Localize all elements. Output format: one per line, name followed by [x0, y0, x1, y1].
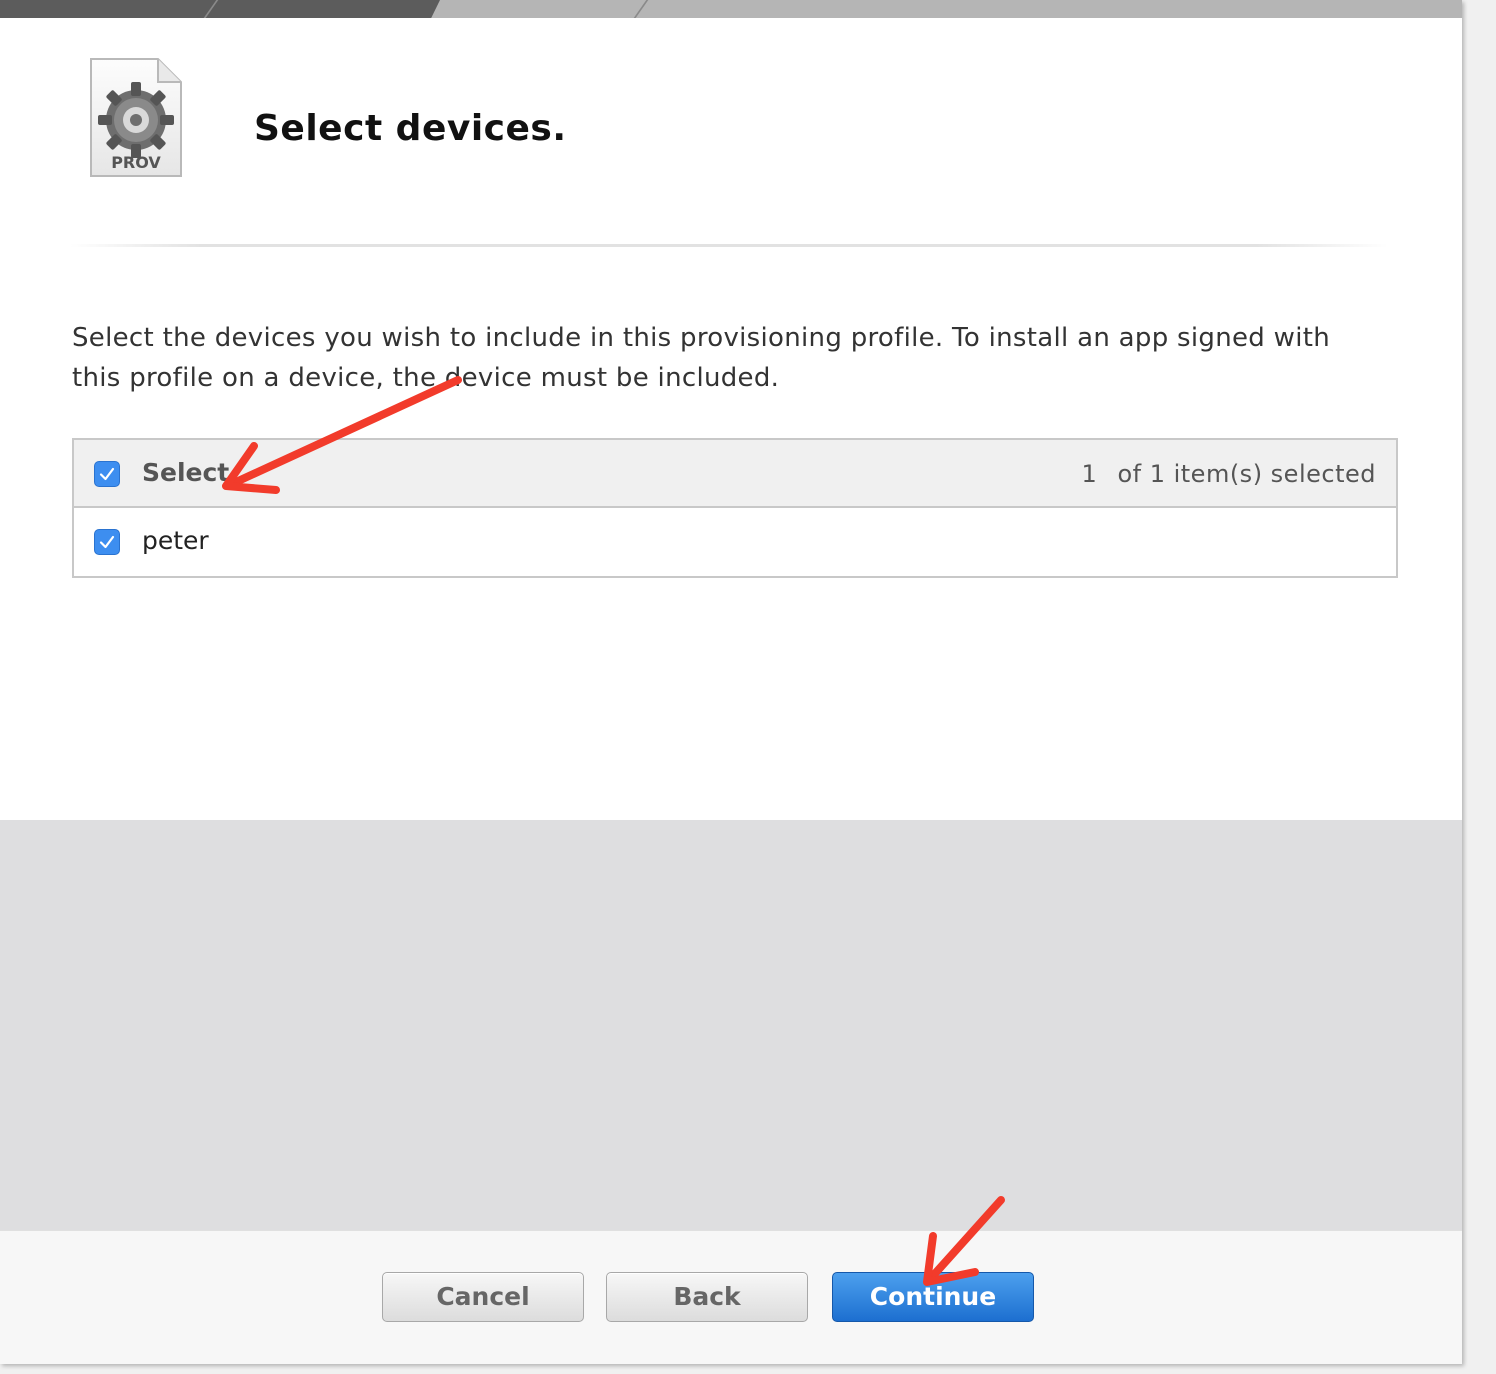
provisioning-file-icon: PROV — [88, 56, 184, 180]
instructions-text: Select the devices you wish to include i… — [72, 323, 1331, 393]
continue-button[interactable]: Continue — [832, 1272, 1034, 1322]
page-title: Select devices. — [254, 108, 567, 149]
back-button[interactable]: Back — [606, 1272, 808, 1322]
selection-count: 1 of 1 item(s) selected — [1078, 460, 1376, 488]
table-header: Select 1 of 1 item(s) selected — [74, 440, 1396, 508]
content-background — [0, 820, 1462, 1230]
dialog-panel: PROV Select devices. Select the devices … — [0, 0, 1462, 1364]
gear-icon — [98, 82, 174, 158]
table-row[interactable]: peter — [74, 508, 1396, 576]
select-all-checkbox[interactable] — [94, 461, 120, 487]
file-icon-label: PROV — [111, 153, 161, 172]
top-banner — [0, 0, 1462, 18]
device-name: peter — [142, 526, 209, 555]
cancel-button[interactable]: Cancel — [382, 1272, 584, 1322]
checkbox-checked-icon — [99, 535, 115, 549]
top-banner-dark-segment — [0, 0, 440, 18]
device-checkbox[interactable] — [94, 529, 120, 555]
select-column-header[interactable]: Select — [142, 458, 229, 487]
checkbox-checked-icon — [99, 467, 115, 481]
top-banner-slash — [633, 0, 649, 18]
device-table: Select 1 of 1 item(s) selected peter — [72, 438, 1398, 578]
selected-count-text: of 1 item(s) selected — [1117, 460, 1376, 488]
header-divider — [70, 244, 1388, 247]
selected-count-number: 1 — [1081, 460, 1098, 488]
